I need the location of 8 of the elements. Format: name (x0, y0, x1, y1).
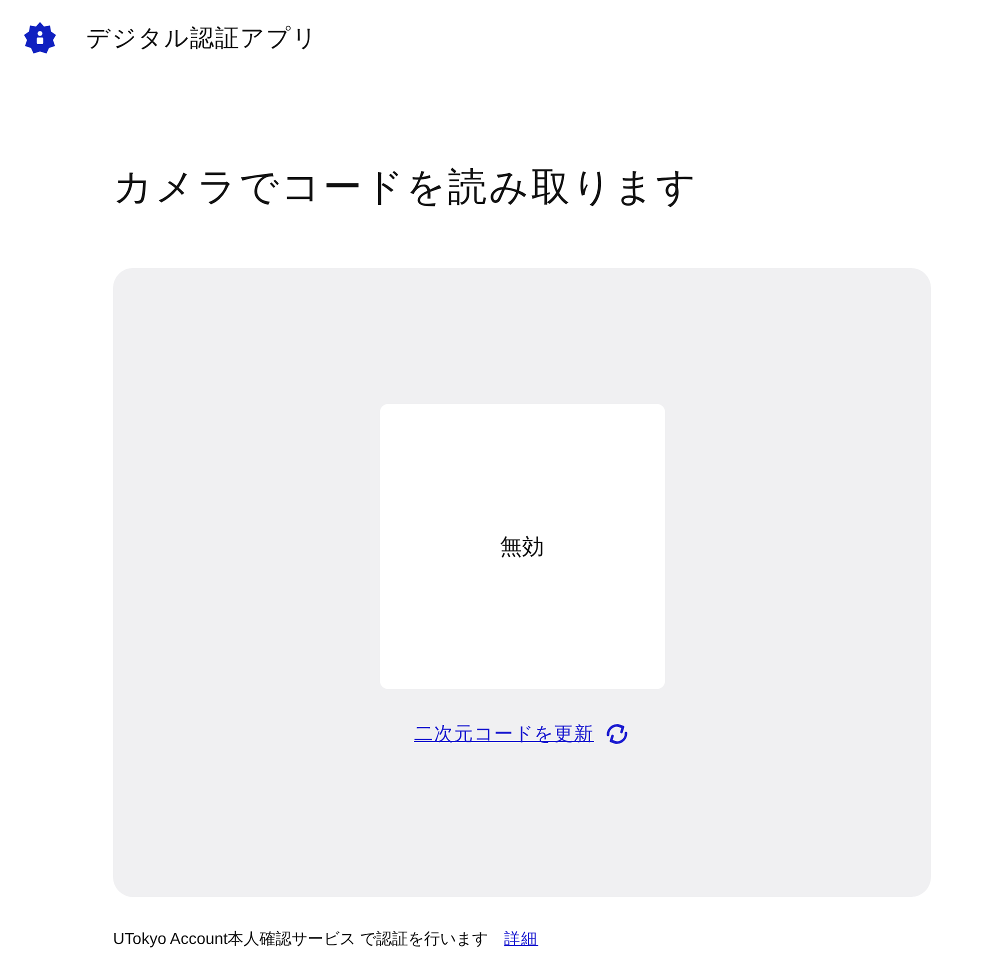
app-title: デジタル認証アプリ (86, 24, 318, 54)
footer-text: UTokyo Account本人確認サービス で認証を行います (113, 930, 488, 950)
code-status: 無効 (500, 532, 544, 560)
badge-icon (22, 20, 58, 56)
details-link[interactable]: 詳細 (504, 929, 538, 950)
page-heading: カメラでコードを読み取ります (113, 165, 699, 211)
refresh-link[interactable]: 二次元コードを更新 (414, 721, 594, 747)
refresh-icon[interactable] (604, 722, 630, 746)
